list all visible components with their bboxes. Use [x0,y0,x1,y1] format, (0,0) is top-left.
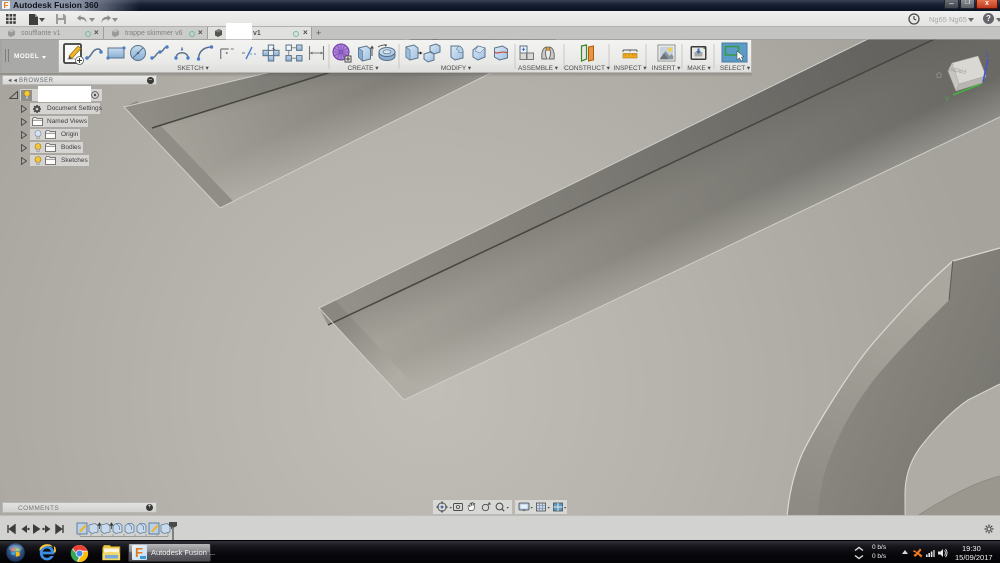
svg-text:Z: Z [985,52,989,59]
svg-text:Y: Y [945,96,950,103]
